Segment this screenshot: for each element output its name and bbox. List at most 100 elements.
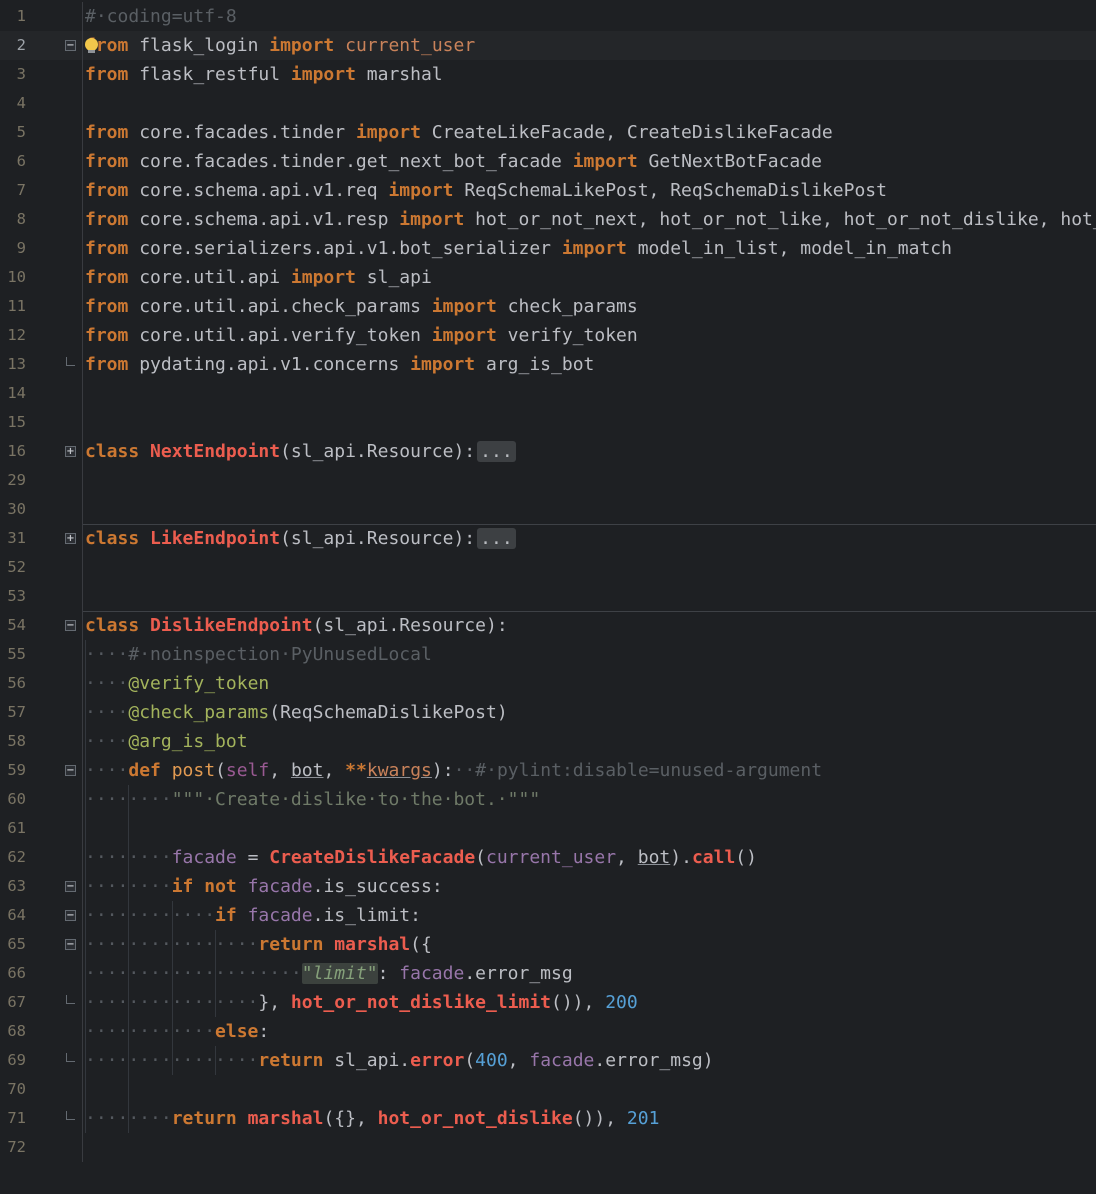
gutter-cell[interactable]: 56: [0, 669, 83, 698]
code-line[interactable]: 16 + class NextEndpoint(sl_api.Resource):.…: [0, 437, 1096, 466]
code-text[interactable]: ········if not facade.is_success:: [83, 872, 1096, 901]
line-number[interactable]: 66: [0, 959, 26, 988]
code-text[interactable]: from core.serializers.api.v1.bot_seriali…: [83, 234, 1096, 263]
fold-end-icon[interactable]: [66, 1111, 75, 1120]
gutter-cell[interactable]: 7: [0, 176, 83, 205]
line-number[interactable]: 65: [0, 930, 26, 959]
code-line[interactable]: 55 ····#·noinspection·PyUnusedLocal: [0, 640, 1096, 669]
line-number[interactable]: 60: [0, 785, 26, 814]
line-number[interactable]: 8: [0, 205, 26, 234]
code-text[interactable]: ············if facade.is_limit:: [83, 901, 1096, 930]
line-number[interactable]: 14: [0, 379, 26, 408]
code-text[interactable]: from core.util.api import sl_api: [83, 263, 1096, 292]
line-number[interactable]: 56: [0, 669, 26, 698]
code-text[interactable]: ····················"limit": facade.erro…: [83, 959, 1096, 988]
gutter-cell[interactable]: 10: [0, 263, 83, 292]
code-text[interactable]: from core.util.api.verify_token import v…: [83, 321, 1096, 350]
code-line[interactable]: 5 from core.facades.tinder import CreateL…: [0, 118, 1096, 147]
code-line[interactable]: 52: [0, 553, 1096, 582]
code-line[interactable]: 71 ········return marshal({}, hot_or_not_…: [0, 1104, 1096, 1133]
line-number[interactable]: 9: [0, 234, 26, 263]
fold-collapse-icon[interactable]: −: [65, 881, 76, 892]
code-line[interactable]: 58 ····@arg_is_bot: [0, 727, 1096, 756]
code-text[interactable]: [83, 495, 1096, 524]
folded-region-ellipsis[interactable]: ...: [477, 528, 516, 549]
code-text[interactable]: from flask_restful import marshal: [83, 60, 1096, 89]
line-number[interactable]: 12: [0, 321, 26, 350]
line-number[interactable]: 57: [0, 698, 26, 727]
gutter-cell[interactable]: 71: [0, 1104, 83, 1133]
code-text[interactable]: from core.facades.tinder.get_next_bot_fa…: [83, 147, 1096, 176]
code-text[interactable]: ················return marshal({: [83, 930, 1096, 959]
line-number[interactable]: 58: [0, 727, 26, 756]
code-text[interactable]: [83, 379, 1096, 408]
code-line[interactable]: 29: [0, 466, 1096, 495]
gutter-cell[interactable]: 14: [0, 379, 83, 408]
code-editor[interactable]: 1 #·coding=utf-8 2− from flask_login import…: [0, 0, 1096, 1194]
gutter-cell[interactable]: 9: [0, 234, 83, 263]
fold-collapse-icon[interactable]: −: [65, 910, 76, 921]
fold-collapse-icon[interactable]: −: [65, 620, 76, 631]
fold-expand-icon[interactable]: +: [65, 446, 76, 457]
code-line[interactable]: 14: [0, 379, 1096, 408]
fold-end-icon[interactable]: [66, 1053, 75, 1062]
line-number[interactable]: 13: [0, 350, 26, 379]
gutter-cell[interactable]: 5: [0, 118, 83, 147]
gutter-cell[interactable]: 68: [0, 1017, 83, 1046]
code-text[interactable]: [83, 814, 1096, 843]
line-number[interactable]: 11: [0, 292, 26, 321]
gutter-cell[interactable]: 63 −: [0, 872, 83, 901]
code-line[interactable]: 68 ············else:: [0, 1017, 1096, 1046]
code-line[interactable]: 15: [0, 408, 1096, 437]
code-line[interactable]: 10 from core.util.api import sl_api: [0, 263, 1096, 292]
line-number[interactable]: 10: [0, 263, 26, 292]
gutter-cell[interactable]: 61: [0, 814, 83, 843]
gutter-cell[interactable]: 59 −: [0, 756, 83, 785]
code-text[interactable]: [83, 1133, 1096, 1162]
gutter-cell[interactable]: 60: [0, 785, 83, 814]
code-line[interactable]: 59 − ····def post(self, bot, **kwargs):··#…: [0, 756, 1096, 785]
code-line[interactable]: 63 − ········if not facade.is_success:: [0, 872, 1096, 901]
fold-collapse-icon[interactable]: −: [65, 765, 76, 776]
code-text[interactable]: from flask_login import current_user: [83, 31, 1096, 60]
code-text[interactable]: ····def post(self, bot, **kwargs):··#·py…: [83, 756, 1096, 785]
code-text[interactable]: ············else:: [83, 1017, 1096, 1046]
line-number[interactable]: 59: [0, 756, 26, 785]
gutter-cell[interactable]: 15: [0, 408, 83, 437]
line-number[interactable]: 30: [0, 495, 26, 524]
code-line[interactable]: 67 ················}, hot_or_not_dislike_…: [0, 988, 1096, 1017]
gutter-cell[interactable]: 12: [0, 321, 83, 350]
code-text[interactable]: [83, 89, 1096, 118]
line-number[interactable]: 67: [0, 988, 26, 1017]
line-number[interactable]: 62: [0, 843, 26, 872]
gutter-cell[interactable]: 3: [0, 60, 83, 89]
code-text[interactable]: from core.util.api.check_params import c…: [83, 292, 1096, 321]
line-number[interactable]: 3: [0, 60, 26, 89]
line-number[interactable]: 31: [0, 524, 26, 553]
code-line[interactable]: 56 ····@verify_token: [0, 669, 1096, 698]
line-number[interactable]: 64: [0, 901, 26, 930]
code-line[interactable]: 66 ····················"limit": facade.er…: [0, 959, 1096, 988]
gutter-cell[interactable]: 65 −: [0, 930, 83, 959]
gutter-cell[interactable]: 57: [0, 698, 83, 727]
code-line[interactable]: 54 − class DislikeEndpoint(sl_api.Resource…: [0, 611, 1096, 640]
code-line[interactable]: 60 ········"""·Create·dislike·to·the·bot.…: [0, 785, 1096, 814]
code-line[interactable]: 7 from core.schema.api.v1.req import ReqS…: [0, 176, 1096, 205]
code-line[interactable]: 2− from flask_login import current_user: [0, 31, 1096, 60]
code-line[interactable]: 3 from flask_restful import marshal: [0, 60, 1096, 89]
line-number[interactable]: 6: [0, 147, 26, 176]
gutter-cell[interactable]: 69: [0, 1046, 83, 1075]
gutter-cell[interactable]: 31 +: [0, 524, 83, 553]
code-text[interactable]: [83, 1075, 1096, 1104]
gutter-cell[interactable]: 55: [0, 640, 83, 669]
gutter-cell[interactable]: 8: [0, 205, 83, 234]
gutter-cell[interactable]: 11: [0, 292, 83, 321]
code-line[interactable]: 57 ····@check_params(ReqSchemaDislikePost…: [0, 698, 1096, 727]
line-number[interactable]: 70: [0, 1075, 26, 1104]
code-text[interactable]: ····@verify_token: [83, 669, 1096, 698]
fold-expand-icon[interactable]: +: [65, 533, 76, 544]
gutter-cell[interactable]: 52: [0, 553, 83, 582]
code-line[interactable]: 6 from core.facades.tinder.get_next_bot_f…: [0, 147, 1096, 176]
code-line[interactable]: 65 − ················return marshal({: [0, 930, 1096, 959]
code-line[interactable]: 70: [0, 1075, 1096, 1104]
